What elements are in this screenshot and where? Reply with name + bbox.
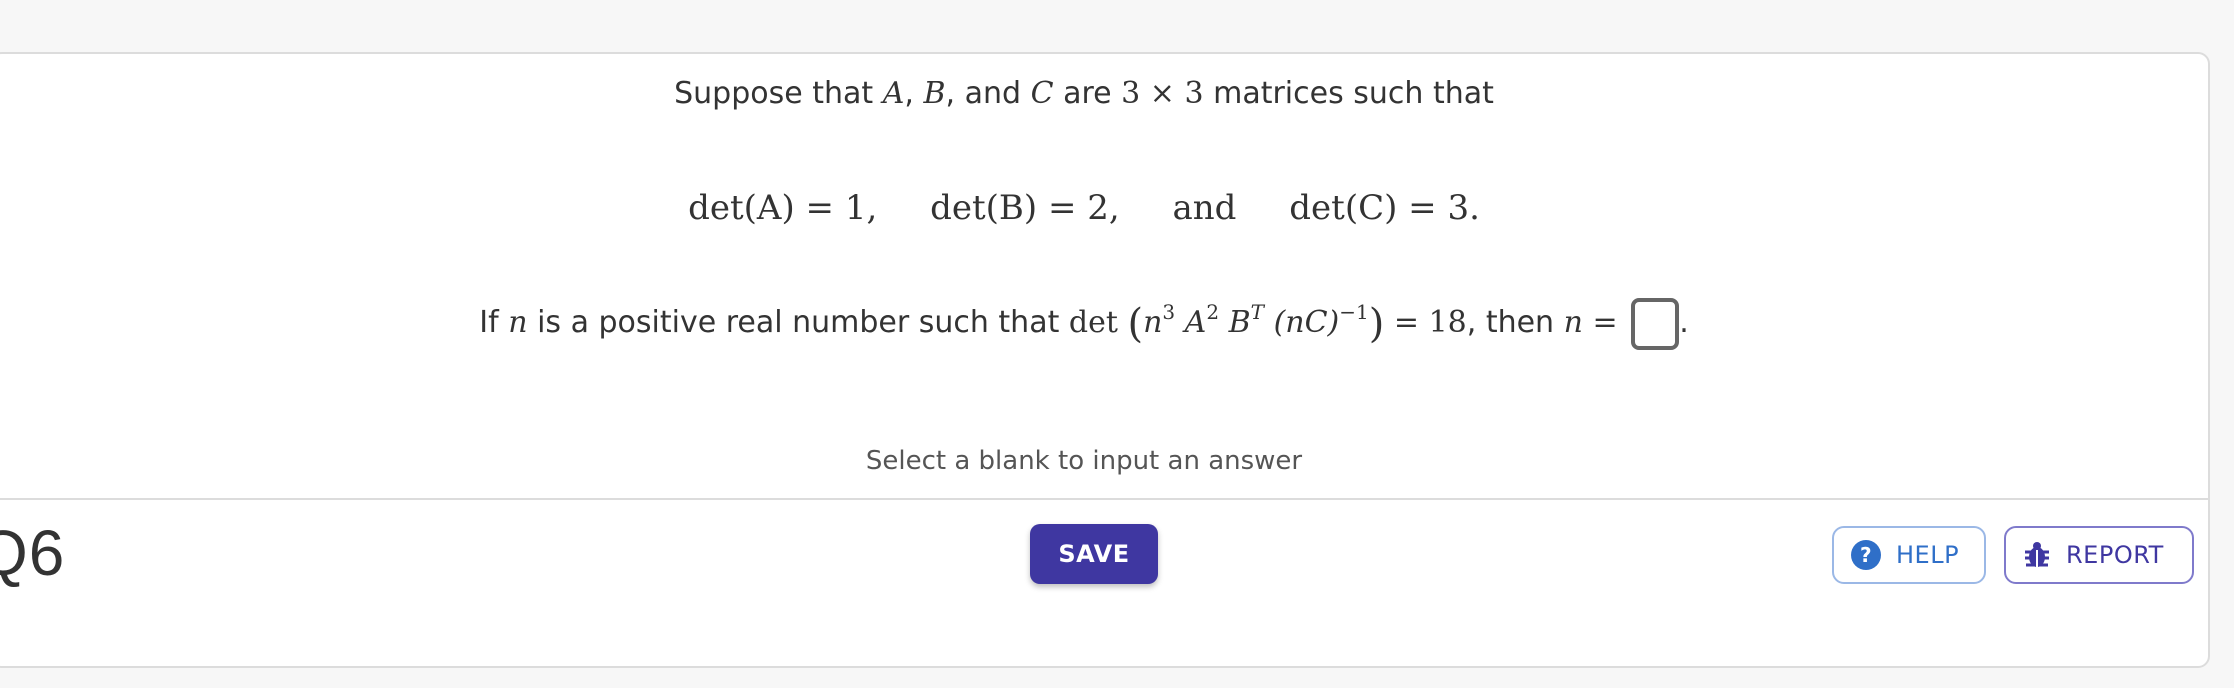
and-word: and <box>1172 188 1237 228</box>
determinant-equations: det(A) = 1, det(B) = 2, and det(C) = 3. <box>0 188 2176 228</box>
bug-icon <box>2022 540 2052 570</box>
save-button[interactable]: SAVE <box>1030 524 1158 584</box>
det-a: det(A) = 1, <box>688 188 878 228</box>
matrix-a: A <box>882 76 905 111</box>
question-intro: Suppose that A, B, and C are 3 × 3 matri… <box>674 76 1494 111</box>
report-label: REPORT <box>2066 541 2164 569</box>
question-condition: If n is a positive real number such that… <box>0 298 2176 350</box>
question-circle-icon: ? <box>1850 539 1882 571</box>
help-label: HELP <box>1896 541 1960 569</box>
divider <box>0 498 2208 500</box>
answer-blank[interactable] <box>1631 298 1680 350</box>
help-button[interactable]: ? HELP <box>1832 526 1986 584</box>
question-card: Suppose that A, B, and C are 3 × 3 matri… <box>0 52 2210 668</box>
matrix-b: B <box>923 76 946 111</box>
report-button[interactable]: REPORT <box>2004 526 2194 584</box>
question-number: Q6 <box>0 517 66 589</box>
input-hint: Select a blank to input an answer <box>865 446 1303 476</box>
matrix-c: C <box>1030 76 1054 111</box>
det-b: det(B) = 2, <box>930 188 1120 228</box>
det-c: det(C) = 3. <box>1289 188 1480 228</box>
svg-text:?: ? <box>1860 543 1872 567</box>
matrix-dimension: 3 × 3 <box>1121 76 1204 111</box>
